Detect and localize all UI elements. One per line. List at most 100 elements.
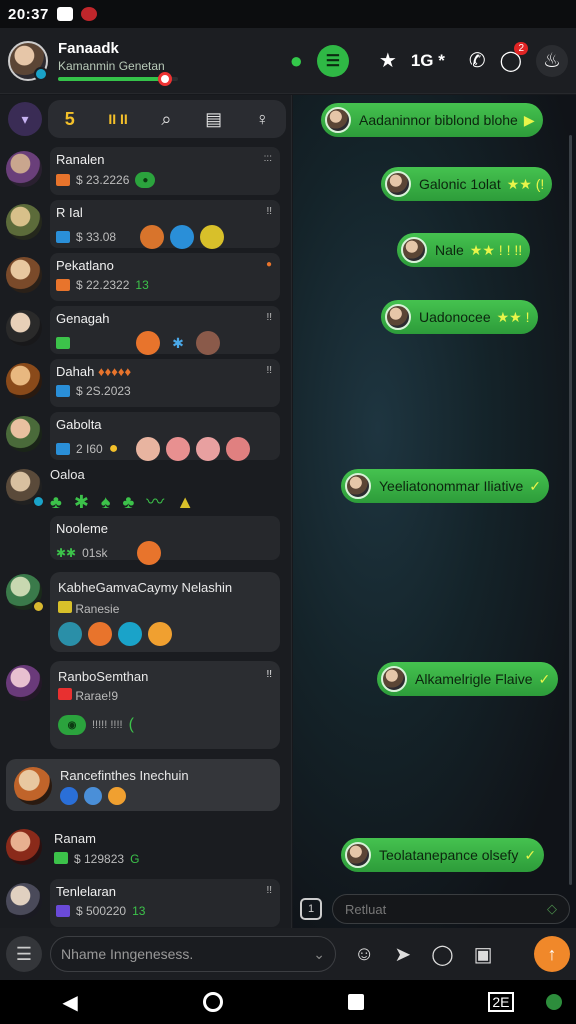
- status-progress[interactable]: [58, 72, 178, 86]
- filter-label[interactable]: 5: [65, 109, 75, 130]
- list-item[interactable]: Gabolta 2 I60 ●: [0, 412, 292, 464]
- system-nav-bar: ◀ 2E: [0, 980, 576, 1024]
- emoji-icon: [118, 622, 142, 646]
- bottom-bar: ☰ Nhame Inngenesess. ⌄ ☺ ➤ ◯ ▣ ↑: [0, 928, 576, 980]
- list-item[interactable]: Nooleme ✱✱ 01sk: [0, 516, 292, 565]
- profile-avatar[interactable]: [8, 40, 48, 81]
- avatar: [385, 304, 411, 330]
- compose-button[interactable]: ↑: [534, 936, 570, 972]
- list-item[interactable]: R Ial $ 33.08 !!: [0, 200, 292, 252]
- chat-name: Ranalen: [56, 152, 105, 167]
- emoji-icon[interactable]: ☺: [354, 943, 374, 966]
- message-text: Yeeliatonommar Iliative: [379, 478, 524, 494]
- message-bubble[interactable]: Uadonocee ★★ !: [381, 300, 538, 334]
- phone-icon[interactable]: ✆: [469, 48, 486, 73]
- whatsapp-icon[interactable]: ◯ 2: [500, 42, 528, 73]
- message-text: Uadonocee: [419, 309, 491, 325]
- message-bubble[interactable]: Galonic 1olat ★★ (!: [381, 167, 553, 201]
- pin-icon[interactable]: ♀: [256, 109, 270, 130]
- robot-icon[interactable]: ▣: [474, 942, 493, 967]
- shield-icon[interactable]: ◇: [547, 901, 557, 917]
- scrollbar[interactable]: [569, 135, 572, 885]
- attach-icon[interactable]: 1: [300, 898, 322, 920]
- list-item[interactable]: Genagah ✱ !!: [0, 306, 292, 358]
- message-text: Aadaninnor biblond blohe: [359, 112, 518, 128]
- chat-count: G: [130, 852, 140, 866]
- toolbar-pill: 5 II II ⌕ ▤ ♀: [48, 100, 286, 138]
- list-item[interactable]: Pekatlano $ 22.2322 13 ●: [0, 253, 292, 305]
- chat-meta: 01sk: [82, 546, 108, 560]
- chat-count: 13: [135, 278, 149, 292]
- list-item[interactable]: Tenlelaran $ 500220 13 !!: [0, 879, 292, 931]
- chat-name: KabheGamvaCaymy Nelashin: [58, 580, 233, 595]
- home-icon[interactable]: [202, 992, 223, 1012]
- count-label[interactable]: 1G *: [411, 51, 445, 71]
- online-indicator: [34, 66, 48, 81]
- recents-icon[interactable]: [347, 994, 364, 1010]
- avatar: [6, 574, 45, 613]
- chat-meta: $ 500220: [76, 904, 127, 918]
- list-item[interactable]: Ranam $ 129823 G: [0, 825, 292, 877]
- keyboard-icon[interactable]: 2E: [488, 992, 514, 1012]
- reaction-icon: [140, 225, 165, 249]
- list-item[interactable]: Oaloa ♣✱♠♣〰▲: [0, 465, 292, 517]
- chat-meta: Ranesie: [75, 602, 120, 616]
- emoji-icon: [58, 622, 82, 646]
- chat-icon[interactable]: ☰: [316, 44, 349, 77]
- emoji-icon: [226, 437, 251, 461]
- message-bubble[interactable]: Yeeliatonommar Iliative ✓: [341, 469, 549, 503]
- chat-name: Oaloa: [50, 467, 85, 482]
- flame-icon[interactable]: ♨: [536, 44, 568, 77]
- chat-name: Ranam: [54, 831, 96, 846]
- emoji-icon: [108, 786, 126, 805]
- message-bubble[interactable]: Alkamelrigle Flaive ✓: [377, 662, 559, 696]
- reaction-icon: ✱: [172, 334, 184, 351]
- status-bar: 20:37 ⚙ ▼ ◢ ▮: [0, 0, 576, 928]
- reply-bar: 1 Retluat ◇: [300, 893, 570, 925]
- reaction-icon: [170, 225, 195, 249]
- list-item[interactable]: Ranalen $ 23.2226 ● :::: [0, 147, 292, 199]
- avatar: [6, 665, 42, 701]
- avatar: [325, 107, 351, 133]
- avatar: [345, 842, 371, 868]
- chevron-down-icon[interactable]: ⌄: [313, 946, 325, 963]
- thumb-icon[interactable]: ●: [290, 48, 303, 74]
- list-icon[interactable]: ▤: [205, 109, 222, 130]
- message-bubble[interactable]: Nale ★★ ! ! !!: [397, 233, 531, 267]
- chevron-down-icon[interactable]: ▾: [8, 102, 42, 136]
- reply-input[interactable]: Retluat ◇: [332, 894, 570, 924]
- list-item[interactable]: RanboSemthan Rarae!9 ◉!!!!! !!!!( !!: [0, 661, 292, 751]
- message-bubble[interactable]: Teolatanepance olsefy ✓: [341, 838, 545, 872]
- avatar: [6, 363, 42, 399]
- chat-time: !!: [266, 365, 272, 376]
- list-item[interactable]: Rancefinthes Inechuin: [0, 759, 292, 813]
- avatar: [385, 171, 411, 197]
- list-item[interactable]: Dahah ♦♦♦♦♦ $ 2S.2023 !!: [0, 359, 292, 411]
- chat-name: Tenlelaran: [56, 884, 116, 899]
- message-bubble[interactable]: Aadaninnor biblond blohe ▶: [321, 103, 543, 137]
- chat-time: !!: [266, 206, 272, 217]
- send-icon[interactable]: ➤: [394, 942, 411, 967]
- avatar: [6, 204, 42, 240]
- clock: 20:37: [8, 5, 49, 23]
- chat-count: 13: [132, 904, 146, 918]
- emoji-icon: [148, 622, 172, 646]
- voice-message-icon[interactable]: ◉: [58, 715, 86, 735]
- back-icon[interactable]: ◀: [62, 990, 77, 1015]
- menu-icon[interactable]: ☰: [6, 936, 42, 972]
- chat-meta: $ 2S.2023: [76, 384, 131, 398]
- avatar: [6, 829, 42, 865]
- assistant-icon[interactable]: [546, 994, 562, 1010]
- list-item[interactable]: KabheGamvaCaymy Nelashin Ranesie: [0, 572, 292, 654]
- sticker-row: ♣✱♠♣〰▲: [50, 492, 207, 512]
- message-input[interactable]: Nhame Inngenesess. ⌄: [50, 936, 336, 972]
- reaction-icon: [200, 225, 225, 249]
- bars-label[interactable]: II II: [108, 111, 127, 127]
- avatar: [381, 666, 407, 692]
- star-icon[interactable]: ★: [379, 48, 397, 73]
- avatar: [6, 257, 42, 293]
- emoji-icon: [60, 786, 78, 805]
- chat-bubble-icon[interactable]: ◯: [431, 942, 453, 967]
- search-icon[interactable]: ⌕: [161, 109, 171, 130]
- mail-icon: [56, 7, 73, 21]
